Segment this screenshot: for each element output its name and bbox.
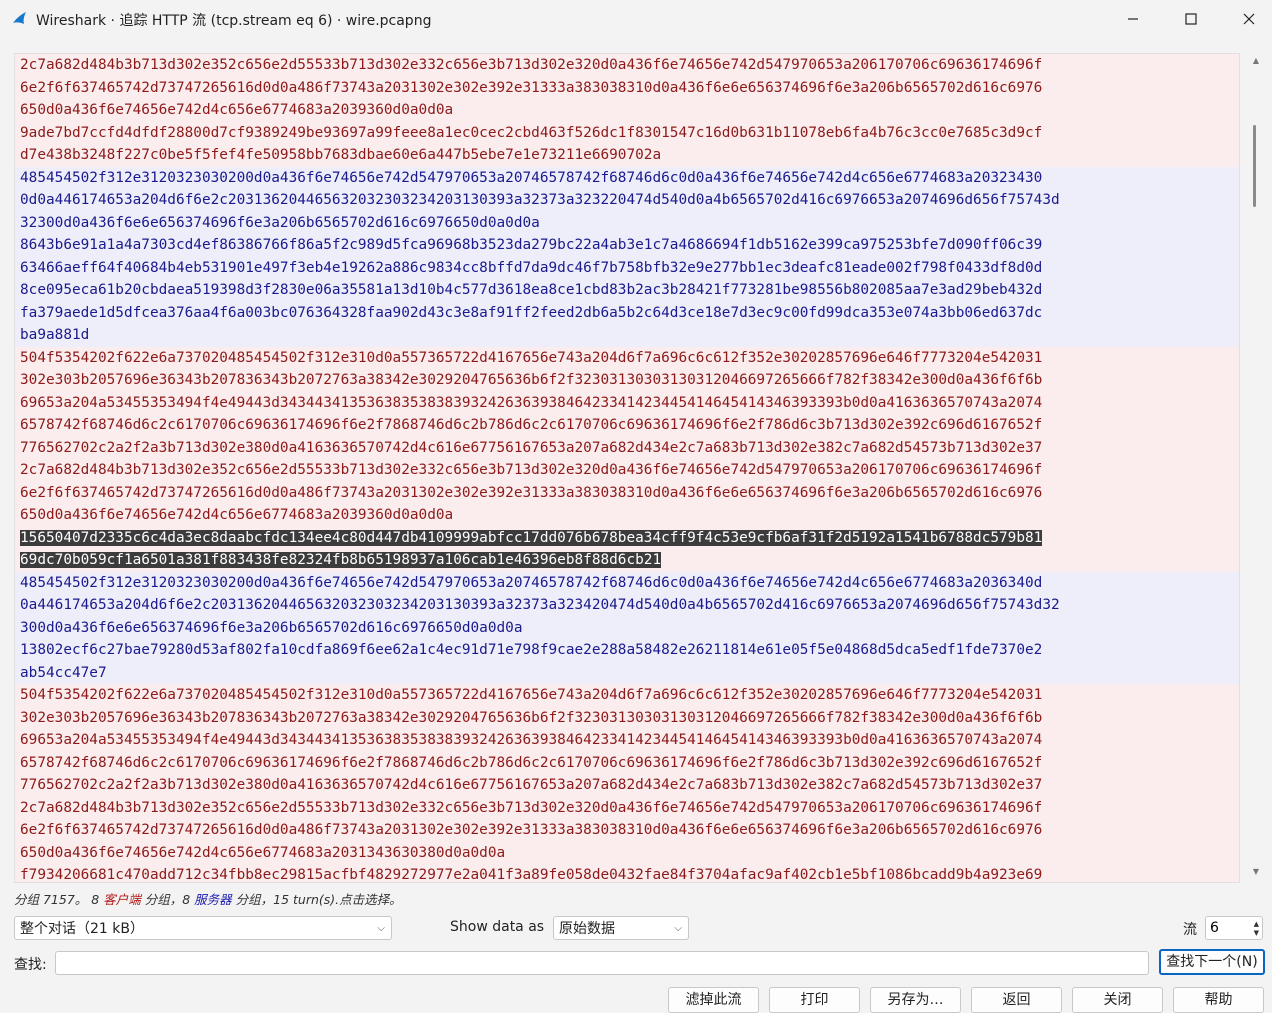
client-data-line[interactable]: 302e303b2057696e36343b207836343b2072763a… bbox=[15, 369, 1239, 392]
server-data-line[interactable]: ba9a881d bbox=[15, 324, 1239, 347]
server-data-line[interactable]: 32300d0a436f6e6e656374696f6e3a206b656570… bbox=[15, 211, 1239, 234]
client-data-line[interactable]: 504f5354202f622e6a737020485454502f312e31… bbox=[15, 346, 1239, 369]
window-title: Wireshark · 追踪 HTTP 流 (tcp.stream eq 6) … bbox=[36, 13, 432, 29]
minimize-button[interactable] bbox=[1104, 0, 1162, 38]
conversation-value: 整个对话（21 kB） bbox=[20, 921, 144, 937]
server-data-line[interactable]: 300d0a436f6e6e656374696f6e3a206b6565702d… bbox=[15, 616, 1239, 639]
client-data-line[interactable]: d7e438b3248f227c0be5f5fef4fe50958bb7683d… bbox=[15, 144, 1239, 167]
server-data-line[interactable]: 0a446174653a204d6f6e2c203136204465632032… bbox=[15, 594, 1239, 617]
client-data-line[interactable]: 69653a204a53455353494f4e49443d3434434135… bbox=[15, 729, 1239, 752]
show-data-value: 原始数据 bbox=[559, 921, 615, 937]
back-button[interactable]: 返回 bbox=[971, 987, 1062, 1013]
server-data-line[interactable]: 485454502f312e3120323030200d0a436f6e7465… bbox=[15, 166, 1239, 189]
client-data-line[interactable]: 2c7a682d484b3b713d302e352c656e2d55533b71… bbox=[15, 54, 1239, 77]
server-data-line[interactable]: 8ce095eca61b20cbdaea519398d3f2830e06a355… bbox=[15, 279, 1239, 302]
scroll-up-arrow-icon[interactable]: ▲ bbox=[1250, 55, 1262, 67]
client-data-line[interactable]: 650d0a436f6e74656e742d4c656e6774683a2039… bbox=[15, 99, 1239, 122]
spin-down-icon[interactable]: ▼ bbox=[1254, 929, 1259, 937]
show-data-select[interactable]: 原始数据 ⌵ bbox=[553, 916, 689, 940]
find-next-button[interactable]: 查找下一个(N) bbox=[1159, 949, 1265, 975]
client-data-line[interactable]: 2c7a682d484b3b713d302e352c656e2d55533b71… bbox=[15, 459, 1239, 482]
maximize-button[interactable] bbox=[1162, 0, 1220, 38]
show-data-label: Show data as bbox=[450, 919, 545, 935]
print-button[interactable]: 打印 bbox=[769, 987, 860, 1013]
stream-stats: 分组 7157。 8 客户端 分组，8 服务器 分组，15 turn(s).点击… bbox=[14, 889, 402, 908]
find-label: 查找: bbox=[14, 957, 47, 973]
spin-up-icon[interactable]: ▲ bbox=[1254, 920, 1259, 928]
maximize-icon bbox=[1185, 13, 1197, 25]
client-data-line[interactable]: 650d0a436f6e74656e742d4c656e6774683a2031… bbox=[15, 841, 1239, 864]
client-data-line[interactable]: 302e303b2057696e36343b207836343b2072763a… bbox=[15, 706, 1239, 729]
close-button[interactable]: 关闭 bbox=[1072, 987, 1163, 1013]
selected-data-text: 15650407d2335c6c4da3ec8daabcfdc134ee4c80… bbox=[20, 529, 1043, 546]
conversation-select[interactable]: 整个对话（21 kB） ⌵ bbox=[14, 916, 392, 940]
server-data-line[interactable]: 13802ecf6c27bae79280d53af802fa10cdfa869f… bbox=[15, 639, 1239, 662]
client-data-line[interactable]: 6e2f6f637465742d73747265616d0d0a486f7374… bbox=[15, 76, 1239, 99]
stats-hint: 点击选择。 bbox=[339, 892, 402, 907]
minimize-icon bbox=[1128, 18, 1138, 20]
client-data-line[interactable]: 504f5354202f622e6a737020485454502f312e31… bbox=[15, 684, 1239, 707]
stream-number-spinbox[interactable]: 6 ▲ ▼ bbox=[1205, 916, 1263, 940]
server-data-line[interactable]: 8643b6e91a1a4a7303cd4ef86386766f86a5f2c9… bbox=[15, 234, 1239, 257]
server-data-line[interactable]: fa379aede1d5dfcea376aa4f6a003bc076364328… bbox=[15, 301, 1239, 324]
server-data-line[interactable]: 0d0a446174653a204d6f6e2c2031362044656320… bbox=[15, 189, 1239, 212]
client-data-line[interactable]: f7934206681c470add712c34fbb8ec29815acfbf… bbox=[15, 864, 1239, 882]
client-count: 8 bbox=[91, 892, 100, 907]
find-input[interactable] bbox=[55, 951, 1149, 975]
client-data-line[interactable]: 69653a204a53455353494f4e49443d3434434135… bbox=[15, 391, 1239, 414]
client-data-line[interactable]: 6e2f6f637465742d73747265616d0d0a486f7374… bbox=[15, 481, 1239, 504]
close-icon bbox=[1243, 13, 1255, 25]
client-data-line[interactable]: 776562702c2a2f2a3b713d302e380d0a41636365… bbox=[15, 774, 1239, 797]
selected-data-text: 69dc70b059cf1a6501a381f883438fe82324fb8b… bbox=[20, 552, 662, 568]
title-bar: Wireshark · 追踪 HTTP 流 (tcp.stream eq 6) … bbox=[0, 0, 1272, 38]
vertical-scrollbar[interactable] bbox=[1250, 53, 1262, 881]
server-data-line[interactable]: 63466aeff64f40684b4eb531901e497f3eb4e192… bbox=[15, 256, 1239, 279]
stats-mid1: 分组， bbox=[140, 892, 183, 907]
save-as-button[interactable]: 另存为… bbox=[870, 987, 961, 1013]
client-data-line[interactable]: 9ade7bd7ccfd4dfdf28800d7cf9389249be93697… bbox=[15, 121, 1239, 144]
stream-label: 流 bbox=[1183, 922, 1197, 938]
close-window-button[interactable] bbox=[1220, 0, 1272, 38]
wireshark-fin-icon bbox=[13, 12, 26, 24]
scrollbar-thumb[interactable] bbox=[1253, 125, 1256, 207]
stream-number-value: 6 bbox=[1210, 920, 1219, 936]
stream-content-view[interactable]: 2c7a682d484b3b713d302e352c656e2d55533b71… bbox=[14, 53, 1240, 883]
turns-text: 15 turn(s). bbox=[273, 892, 340, 907]
stats-mid2: 分组， bbox=[231, 892, 274, 907]
client-data-line[interactable]: 69dc70b059cf1a6501a381f883438fe82324fb8b… bbox=[15, 549, 1239, 572]
client-data-line[interactable]: 776562702c2a2f2a3b713d302e380d0a41636365… bbox=[15, 436, 1239, 459]
stats-prefix: 分组 7157。 bbox=[14, 892, 88, 907]
client-data-line[interactable]: 6578742f68746d6c2c6170706c69636174696f6e… bbox=[15, 414, 1239, 437]
server-data-line[interactable]: 485454502f312e3120323030200d0a436f6e7465… bbox=[15, 571, 1239, 594]
filter-out-button[interactable]: 滤掉此流 bbox=[668, 987, 759, 1013]
client-data-line[interactable]: 15650407d2335c6c4da3ec8daabcfdc134ee4c80… bbox=[15, 526, 1239, 549]
client-data-line[interactable]: 6578742f68746d6c2c6170706c69636174696f6e… bbox=[15, 751, 1239, 774]
client-data-line[interactable]: 650d0a436f6e74656e742d4c656e6774683a2039… bbox=[15, 504, 1239, 527]
client-data-line[interactable]: 2c7a682d484b3b713d302e352c656e2d55533b71… bbox=[15, 796, 1239, 819]
server-data-line[interactable]: ab54cc47e7 bbox=[15, 661, 1239, 684]
client-data-line[interactable]: 6e2f6f637465742d73747265616d0d0a486f7374… bbox=[15, 819, 1239, 842]
help-button[interactable]: 帮助 bbox=[1173, 987, 1264, 1013]
server-label: 服务器 bbox=[194, 892, 232, 907]
server-count: 8 bbox=[182, 892, 191, 907]
chevron-down-icon: ⌵ bbox=[377, 923, 385, 934]
chevron-down-icon: ⌵ bbox=[674, 923, 682, 934]
client-label: 客户端 bbox=[103, 892, 141, 907]
scroll-down-arrow-icon[interactable]: ▼ bbox=[1250, 866, 1262, 878]
